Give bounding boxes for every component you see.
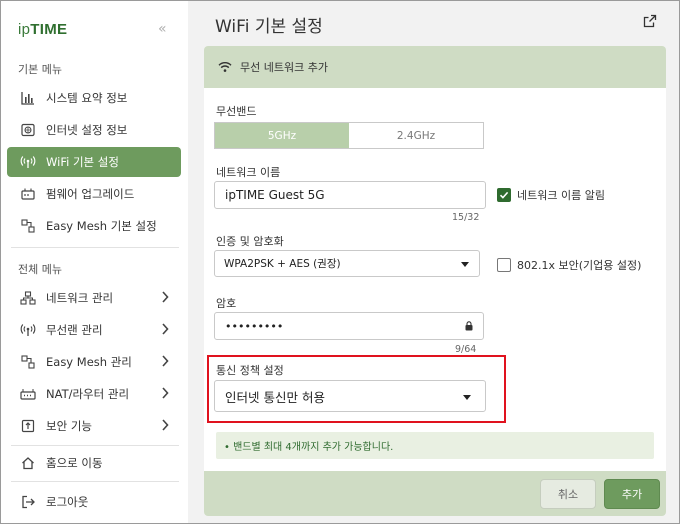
sidebar-item-wifi-basic[interactable]: WiFi 기본 설정 — [7, 147, 181, 177]
wifi-antenna-icon — [20, 322, 36, 338]
checkbox-checked-icon — [497, 188, 511, 202]
band-limit-notice: • 밴드별 최대 4개까지 추가 가능합니다. — [216, 432, 654, 459]
ssid-input[interactable]: ipTIME Guest 5G — [214, 181, 486, 209]
sidebar-item-label: NAT/라우터 관리 — [46, 387, 130, 401]
mesh-icon — [20, 218, 36, 234]
band-selector: 5GHz 2.4GHz — [214, 122, 484, 149]
main-content: WiFi 기본 설정 무선 네트워크 추가 무선밴드 5GHz 2.4GHz 네… — [188, 1, 679, 523]
sidebar-item-internet-info[interactable]: 인터넷 설정 정보 — [7, 115, 181, 145]
sidebar-divider — [11, 481, 179, 482]
ssid-char-counter: 15/32 — [452, 212, 480, 223]
ssid-label: 네트워크 이름 — [216, 166, 281, 179]
sidebar-item-network-management[interactable]: 네트워크 관리 — [7, 283, 181, 313]
auth-select[interactable]: WPA2PSK + AES (권장) — [214, 250, 480, 277]
bar-chart-icon — [20, 90, 36, 106]
band-option-5ghz[interactable]: 5GHz — [215, 123, 349, 148]
password-char-counter: 9/64 — [455, 344, 477, 355]
sidebar-item-label: Easy Mesh 기본 설정 — [46, 219, 157, 233]
password-value: ••••••••• — [225, 319, 284, 333]
sidebar-item-label: 인터넷 설정 정보 — [46, 123, 128, 137]
wifi-antenna-icon — [20, 154, 36, 170]
panel-footer: 취소 추가 — [204, 471, 666, 516]
lock-icon — [465, 321, 473, 334]
ssid-broadcast-checkbox[interactable]: 네트워크 이름 알림 — [497, 187, 605, 203]
password-input[interactable]: ••••••••• — [214, 312, 484, 340]
globe-icon — [20, 122, 36, 138]
sidebar-item-nat-router-management[interactable]: NAT/라우터 관리 — [7, 379, 181, 409]
sidebar-item-label: WiFi 기본 설정 — [46, 155, 119, 169]
auth-label: 인증 및 암호화 — [216, 235, 284, 248]
sidebar-item-firmware-upgrade[interactable]: 펌웨어 업그레이드 — [7, 179, 181, 209]
add-wireless-network-panel: 무선 네트워크 추가 무선밴드 5GHz 2.4GHz 네트워크 이름 ipTI… — [204, 46, 666, 516]
collapse-sidebar-icon[interactable]: « — [158, 21, 167, 37]
section-title-basic: 기본 메뉴 — [18, 63, 62, 76]
sidebar-item-go-home[interactable]: 홈으로 이동 — [7, 448, 181, 478]
chevron-right-icon — [161, 419, 169, 434]
caret-down-icon — [461, 262, 469, 267]
sidebar: ipTIME « 기본 메뉴 시스템 요약 정보 인터넷 설정 정보 WiFi … — [1, 1, 187, 523]
page-title: WiFi 기본 설정 — [215, 17, 323, 37]
sidebar-item-label: 무선랜 관리 — [46, 323, 103, 337]
router-icon — [20, 186, 36, 202]
sidebar-item-label: 네트워크 관리 — [46, 291, 114, 305]
router-icon — [20, 386, 36, 402]
sidebar-item-easy-mesh-management[interactable]: Easy Mesh 관리 — [7, 347, 181, 377]
band-label: 무선밴드 — [216, 105, 257, 118]
home-icon — [20, 455, 36, 471]
policy-select[interactable]: 인터넷 통신만 허용 — [214, 380, 486, 412]
mesh-icon — [20, 354, 36, 370]
network-icon — [20, 290, 36, 306]
enterprise-security-checkbox[interactable]: 802.1x 보안(기업용 설정) — [497, 257, 641, 273]
auth-selected-value: WPA2PSK + AES (권장) — [224, 258, 341, 270]
sidebar-item-label: 펌웨어 업그레이드 — [46, 187, 135, 201]
add-button[interactable]: 추가 — [604, 479, 660, 509]
sidebar-item-label: 보안 기능 — [46, 419, 92, 433]
panel-title: 무선 네트워크 추가 — [240, 61, 328, 74]
sidebar-item-label: 시스템 요약 정보 — [46, 91, 128, 105]
caret-down-icon — [463, 395, 471, 400]
section-title-all: 전체 메뉴 — [18, 263, 62, 276]
iptime-logo[interactable]: ipTIME — [18, 21, 67, 38]
sidebar-item-label: Easy Mesh 관리 — [46, 355, 132, 369]
wifi-icon — [218, 61, 232, 73]
logout-icon — [20, 494, 36, 510]
policy-label: 통신 정책 설정 — [216, 364, 284, 377]
policy-selected-value: 인터넷 통신만 허용 — [225, 389, 325, 405]
share-icon[interactable] — [643, 13, 657, 32]
band-option-2-4ghz[interactable]: 2.4GHz — [349, 123, 483, 148]
chevron-right-icon — [161, 355, 169, 370]
sidebar-item-security-functions[interactable]: 보안 기능 — [7, 411, 181, 441]
sidebar-item-easy-mesh-basic[interactable]: Easy Mesh 기본 설정 — [7, 211, 181, 241]
panel-header: 무선 네트워크 추가 — [204, 46, 666, 88]
sidebar-item-label: 로그아웃 — [46, 495, 89, 509]
lock-icon — [20, 418, 36, 434]
password-label: 암호 — [216, 297, 237, 310]
chevron-right-icon — [161, 291, 169, 306]
sidebar-item-system-summary[interactable]: 시스템 요약 정보 — [7, 83, 181, 113]
sidebar-divider — [11, 445, 179, 446]
sidebar-item-wireless-management[interactable]: 무선랜 관리 — [7, 315, 181, 345]
ssid-broadcast-label: 네트워크 이름 알림 — [517, 189, 605, 202]
cancel-button[interactable]: 취소 — [540, 479, 596, 509]
sidebar-item-logout[interactable]: 로그아웃 — [7, 487, 181, 517]
checkbox-unchecked-icon — [497, 258, 511, 272]
sidebar-item-label: 홈으로 이동 — [46, 456, 103, 470]
chevron-right-icon — [161, 323, 169, 338]
enterprise-security-label: 802.1x 보안(기업용 설정) — [517, 259, 642, 272]
sidebar-divider — [11, 247, 179, 248]
chevron-right-icon — [161, 387, 169, 402]
